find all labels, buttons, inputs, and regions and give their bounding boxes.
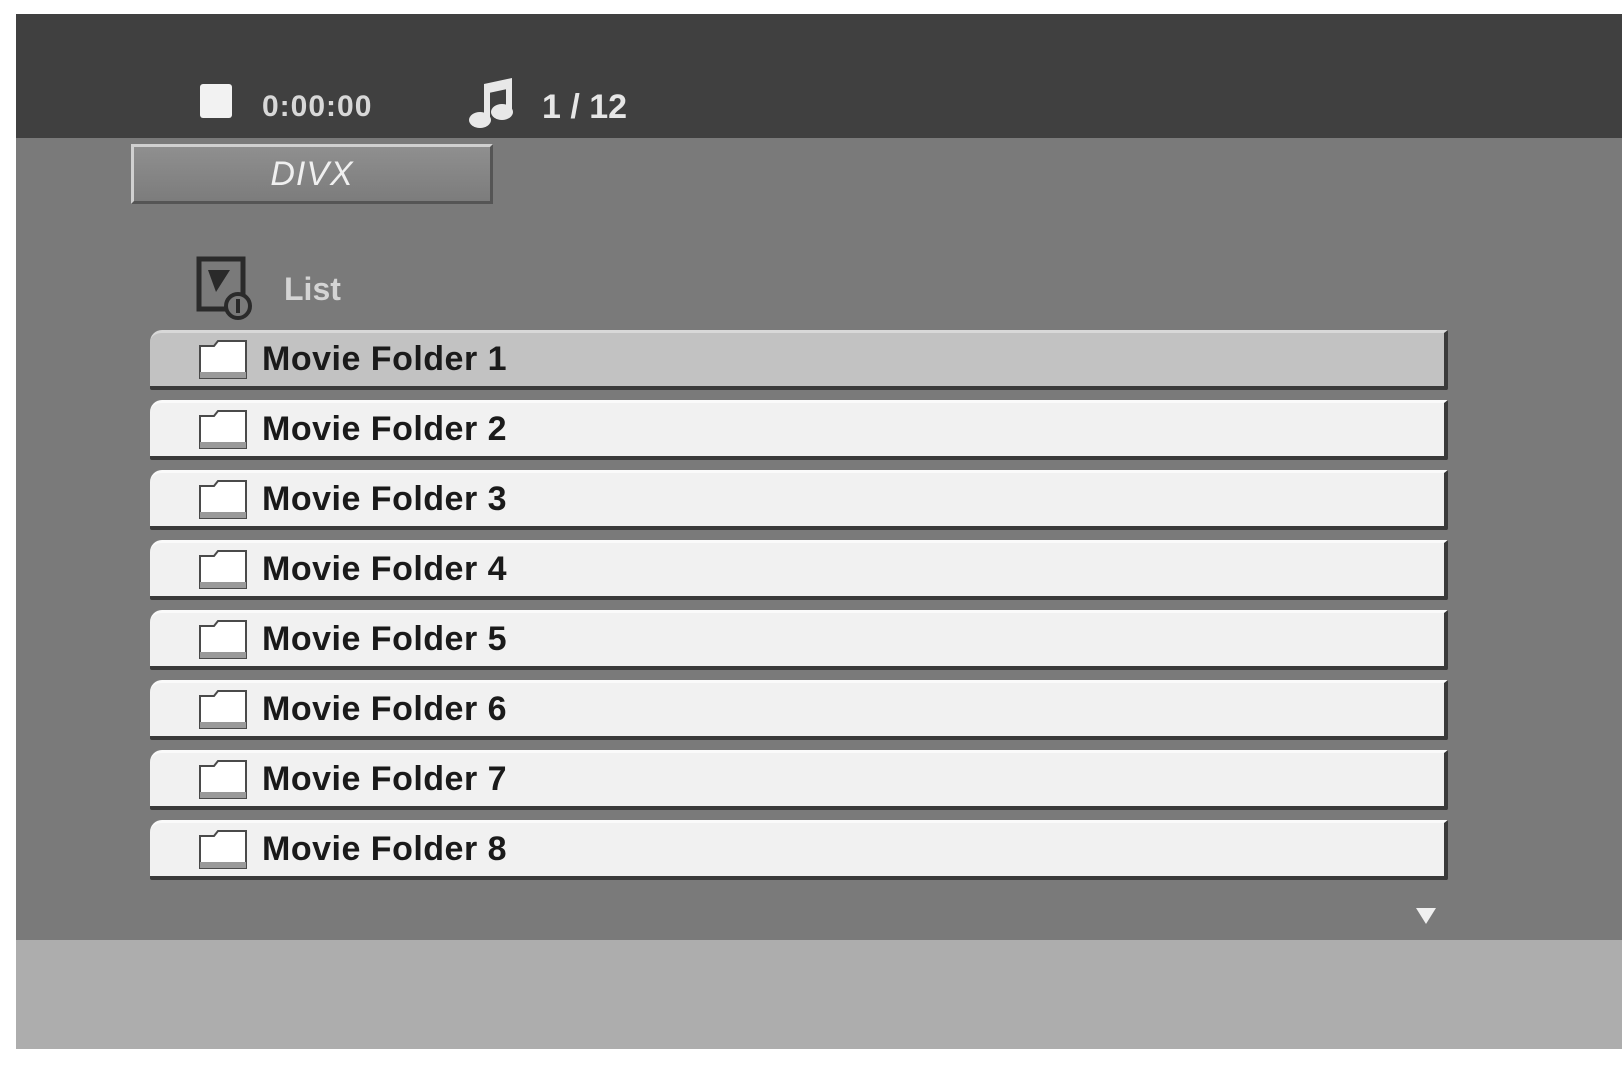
bottom-band <box>16 940 1622 1049</box>
list-item-label: Movie Folder 1 <box>262 340 508 378</box>
list-item[interactable]: Movie Folder 4 <box>150 540 1448 600</box>
list-item-label: Movie Folder 3 <box>262 480 508 518</box>
list-item-label: Movie Folder 7 <box>262 760 508 798</box>
folder-icon <box>199 689 247 729</box>
folder-icon <box>199 829 247 869</box>
divx-tab[interactable]: DIVX <box>131 144 493 204</box>
list-item[interactable]: Movie Folder 8 <box>150 820 1448 880</box>
folder-list: Movie Folder 1 Movie Folder 2 Movie Fold… <box>150 330 1450 890</box>
folder-icon <box>199 619 247 659</box>
list-item-label: Movie Folder 2 <box>262 410 508 448</box>
list-item[interactable]: Movie Folder 1 <box>150 330 1448 390</box>
list-item[interactable]: Movie Folder 5 <box>150 610 1448 670</box>
time-display: 0:00:00 <box>262 90 373 123</box>
folder-icon <box>199 759 247 799</box>
folder-icon <box>199 409 247 449</box>
list-item[interactable]: Movie Folder 3 <box>150 470 1448 530</box>
list-item[interactable]: Movie Folder 6 <box>150 680 1448 740</box>
stop-icon <box>200 84 232 118</box>
status-bar: 0:00:00 1 / 12 <box>16 14 1622 138</box>
list-item-label: Movie Folder 6 <box>262 690 508 728</box>
list-item-label: Movie Folder 5 <box>262 620 508 658</box>
list-header: List <box>196 254 341 324</box>
list-item-label: Movie Folder 8 <box>262 830 508 868</box>
list-item[interactable]: Movie Folder 7 <box>150 750 1448 810</box>
list-label: List <box>284 270 341 307</box>
list-item-label: Movie Folder 4 <box>262 550 508 588</box>
list-item[interactable]: Movie Folder 2 <box>150 400 1448 460</box>
track-counter: 1 / 12 <box>542 88 628 126</box>
dvd-menu-screen: 0:00:00 1 / 12 DIVX List Movie Folder 1 <box>16 14 1622 1049</box>
folder-icon <box>199 549 247 589</box>
folder-icon <box>199 339 247 379</box>
list-icon <box>196 256 252 320</box>
folder-icon <box>199 479 247 519</box>
scroll-down-icon[interactable] <box>1414 906 1438 926</box>
music-note-icon <box>469 78 513 128</box>
